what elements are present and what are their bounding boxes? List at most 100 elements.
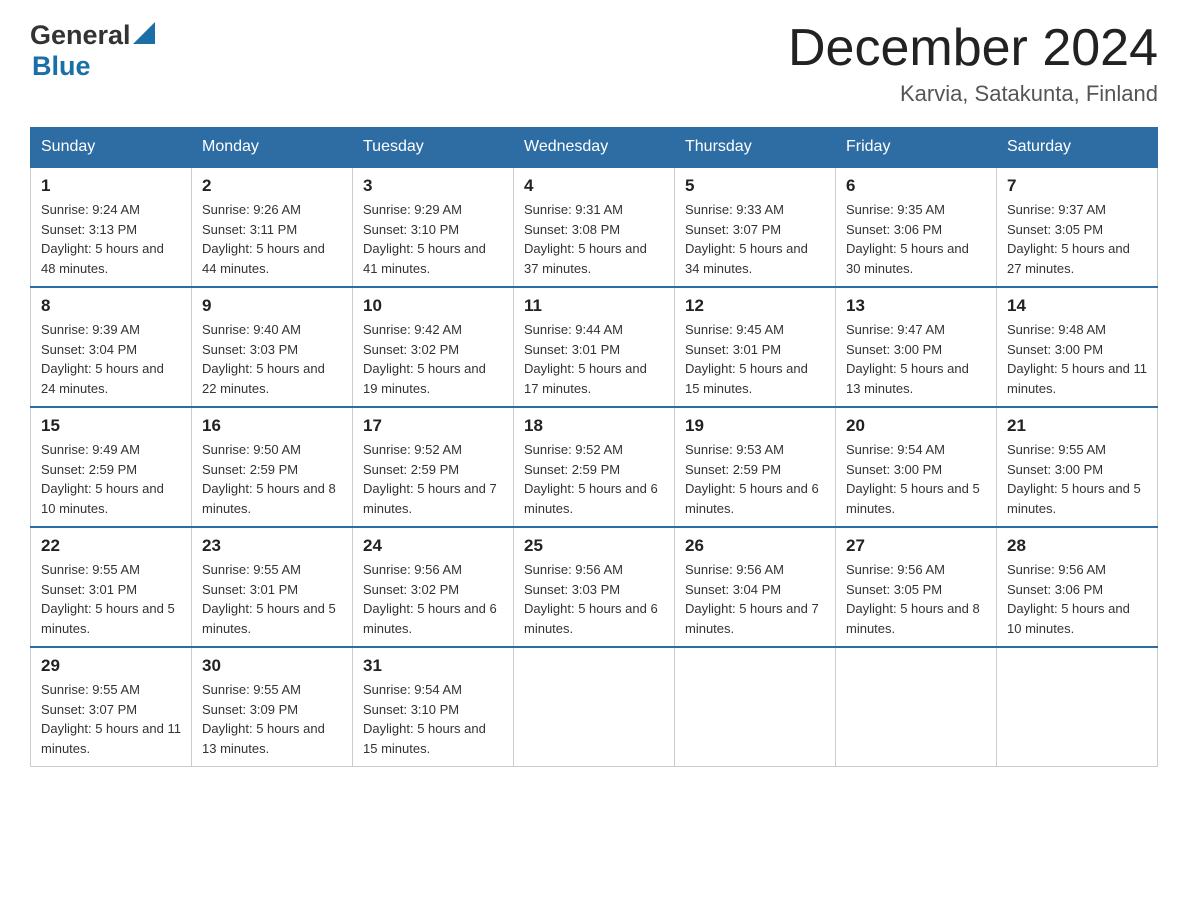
title-section: December 2024 Karvia, Satakunta, Finland bbox=[788, 20, 1158, 107]
col-header-wednesday: Wednesday bbox=[514, 128, 675, 168]
calendar-cell: 17 Sunrise: 9:52 AMSunset: 2:59 PMDaylig… bbox=[353, 407, 514, 527]
day-number: 7 bbox=[1007, 176, 1147, 196]
day-number: 2 bbox=[202, 176, 342, 196]
calendar-cell: 19 Sunrise: 9:53 AMSunset: 2:59 PMDaylig… bbox=[675, 407, 836, 527]
calendar-cell: 29 Sunrise: 9:55 AMSunset: 3:07 PMDaylig… bbox=[31, 647, 192, 767]
day-number: 21 bbox=[1007, 416, 1147, 436]
day-number: 20 bbox=[846, 416, 986, 436]
calendar-cell: 26 Sunrise: 9:56 AMSunset: 3:04 PMDaylig… bbox=[675, 527, 836, 647]
calendar-cell: 3 Sunrise: 9:29 AMSunset: 3:10 PMDayligh… bbox=[353, 167, 514, 287]
day-number: 18 bbox=[524, 416, 664, 436]
day-number: 5 bbox=[685, 176, 825, 196]
calendar-cell: 4 Sunrise: 9:31 AMSunset: 3:08 PMDayligh… bbox=[514, 167, 675, 287]
day-info: Sunrise: 9:35 AMSunset: 3:06 PMDaylight:… bbox=[846, 200, 986, 278]
calendar-cell: 27 Sunrise: 9:56 AMSunset: 3:05 PMDaylig… bbox=[836, 527, 997, 647]
week-row-5: 29 Sunrise: 9:55 AMSunset: 3:07 PMDaylig… bbox=[31, 647, 1158, 767]
day-info: Sunrise: 9:44 AMSunset: 3:01 PMDaylight:… bbox=[524, 320, 664, 398]
calendar-cell: 2 Sunrise: 9:26 AMSunset: 3:11 PMDayligh… bbox=[192, 167, 353, 287]
day-number: 25 bbox=[524, 536, 664, 556]
day-info: Sunrise: 9:55 AMSunset: 3:01 PMDaylight:… bbox=[202, 560, 342, 638]
calendar-cell: 6 Sunrise: 9:35 AMSunset: 3:06 PMDayligh… bbox=[836, 167, 997, 287]
day-number: 9 bbox=[202, 296, 342, 316]
calendar-cell: 23 Sunrise: 9:55 AMSunset: 3:01 PMDaylig… bbox=[192, 527, 353, 647]
day-number: 15 bbox=[41, 416, 181, 436]
week-row-4: 22 Sunrise: 9:55 AMSunset: 3:01 PMDaylig… bbox=[31, 527, 1158, 647]
day-info: Sunrise: 9:55 AMSunset: 3:00 PMDaylight:… bbox=[1007, 440, 1147, 518]
logo-blue-text: Blue bbox=[32, 51, 91, 82]
day-info: Sunrise: 9:29 AMSunset: 3:10 PMDaylight:… bbox=[363, 200, 503, 278]
day-info: Sunrise: 9:52 AMSunset: 2:59 PMDaylight:… bbox=[363, 440, 503, 518]
calendar-cell: 13 Sunrise: 9:47 AMSunset: 3:00 PMDaylig… bbox=[836, 287, 997, 407]
calendar-cell: 24 Sunrise: 9:56 AMSunset: 3:02 PMDaylig… bbox=[353, 527, 514, 647]
day-number: 16 bbox=[202, 416, 342, 436]
col-header-monday: Monday bbox=[192, 128, 353, 168]
day-number: 30 bbox=[202, 656, 342, 676]
day-info: Sunrise: 9:31 AMSunset: 3:08 PMDaylight:… bbox=[524, 200, 664, 278]
calendar-cell bbox=[514, 647, 675, 767]
calendar-table: SundayMondayTuesdayWednesdayThursdayFrid… bbox=[30, 127, 1158, 767]
calendar-cell: 16 Sunrise: 9:50 AMSunset: 2:59 PMDaylig… bbox=[192, 407, 353, 527]
calendar-cell: 7 Sunrise: 9:37 AMSunset: 3:05 PMDayligh… bbox=[997, 167, 1158, 287]
logo-general-text: General bbox=[30, 20, 131, 51]
day-number: 14 bbox=[1007, 296, 1147, 316]
calendar-cell: 8 Sunrise: 9:39 AMSunset: 3:04 PMDayligh… bbox=[31, 287, 192, 407]
day-number: 28 bbox=[1007, 536, 1147, 556]
day-number: 31 bbox=[363, 656, 503, 676]
day-info: Sunrise: 9:56 AMSunset: 3:06 PMDaylight:… bbox=[1007, 560, 1147, 638]
day-number: 4 bbox=[524, 176, 664, 196]
logo: General Blue bbox=[30, 20, 155, 82]
calendar-cell: 1 Sunrise: 9:24 AMSunset: 3:13 PMDayligh… bbox=[31, 167, 192, 287]
calendar-cell: 22 Sunrise: 9:55 AMSunset: 3:01 PMDaylig… bbox=[31, 527, 192, 647]
col-header-saturday: Saturday bbox=[997, 128, 1158, 168]
day-number: 19 bbox=[685, 416, 825, 436]
day-info: Sunrise: 9:55 AMSunset: 3:07 PMDaylight:… bbox=[41, 680, 181, 758]
day-info: Sunrise: 9:45 AMSunset: 3:01 PMDaylight:… bbox=[685, 320, 825, 398]
day-info: Sunrise: 9:24 AMSunset: 3:13 PMDaylight:… bbox=[41, 200, 181, 278]
day-number: 13 bbox=[846, 296, 986, 316]
calendar-cell: 11 Sunrise: 9:44 AMSunset: 3:01 PMDaylig… bbox=[514, 287, 675, 407]
day-info: Sunrise: 9:56 AMSunset: 3:05 PMDaylight:… bbox=[846, 560, 986, 638]
day-info: Sunrise: 9:53 AMSunset: 2:59 PMDaylight:… bbox=[685, 440, 825, 518]
day-info: Sunrise: 9:48 AMSunset: 3:00 PMDaylight:… bbox=[1007, 320, 1147, 398]
day-number: 17 bbox=[363, 416, 503, 436]
calendar-cell: 9 Sunrise: 9:40 AMSunset: 3:03 PMDayligh… bbox=[192, 287, 353, 407]
calendar-cell bbox=[997, 647, 1158, 767]
calendar-cell: 15 Sunrise: 9:49 AMSunset: 2:59 PMDaylig… bbox=[31, 407, 192, 527]
col-header-friday: Friday bbox=[836, 128, 997, 168]
day-info: Sunrise: 9:26 AMSunset: 3:11 PMDaylight:… bbox=[202, 200, 342, 278]
calendar-cell: 14 Sunrise: 9:48 AMSunset: 3:00 PMDaylig… bbox=[997, 287, 1158, 407]
calendar-cell bbox=[675, 647, 836, 767]
week-row-3: 15 Sunrise: 9:49 AMSunset: 2:59 PMDaylig… bbox=[31, 407, 1158, 527]
col-header-thursday: Thursday bbox=[675, 128, 836, 168]
day-number: 22 bbox=[41, 536, 181, 556]
month-title: December 2024 bbox=[788, 20, 1158, 77]
day-number: 26 bbox=[685, 536, 825, 556]
calendar-header-row: SundayMondayTuesdayWednesdayThursdayFrid… bbox=[31, 128, 1158, 168]
day-number: 1 bbox=[41, 176, 181, 196]
col-header-tuesday: Tuesday bbox=[353, 128, 514, 168]
calendar-cell: 21 Sunrise: 9:55 AMSunset: 3:00 PMDaylig… bbox=[997, 407, 1158, 527]
day-info: Sunrise: 9:54 AMSunset: 3:10 PMDaylight:… bbox=[363, 680, 503, 758]
day-number: 11 bbox=[524, 296, 664, 316]
day-info: Sunrise: 9:37 AMSunset: 3:05 PMDaylight:… bbox=[1007, 200, 1147, 278]
week-row-2: 8 Sunrise: 9:39 AMSunset: 3:04 PMDayligh… bbox=[31, 287, 1158, 407]
day-number: 24 bbox=[363, 536, 503, 556]
day-info: Sunrise: 9:50 AMSunset: 2:59 PMDaylight:… bbox=[202, 440, 342, 518]
calendar-cell: 5 Sunrise: 9:33 AMSunset: 3:07 PMDayligh… bbox=[675, 167, 836, 287]
calendar-cell bbox=[836, 647, 997, 767]
col-header-sunday: Sunday bbox=[31, 128, 192, 168]
day-info: Sunrise: 9:55 AMSunset: 3:01 PMDaylight:… bbox=[41, 560, 181, 638]
day-info: Sunrise: 9:40 AMSunset: 3:03 PMDaylight:… bbox=[202, 320, 342, 398]
day-info: Sunrise: 9:47 AMSunset: 3:00 PMDaylight:… bbox=[846, 320, 986, 398]
day-number: 3 bbox=[363, 176, 503, 196]
day-info: Sunrise: 9:56 AMSunset: 3:03 PMDaylight:… bbox=[524, 560, 664, 638]
day-info: Sunrise: 9:56 AMSunset: 3:02 PMDaylight:… bbox=[363, 560, 503, 638]
day-number: 6 bbox=[846, 176, 986, 196]
calendar-cell: 31 Sunrise: 9:54 AMSunset: 3:10 PMDaylig… bbox=[353, 647, 514, 767]
day-info: Sunrise: 9:52 AMSunset: 2:59 PMDaylight:… bbox=[524, 440, 664, 518]
day-number: 12 bbox=[685, 296, 825, 316]
day-number: 27 bbox=[846, 536, 986, 556]
day-info: Sunrise: 9:56 AMSunset: 3:04 PMDaylight:… bbox=[685, 560, 825, 638]
calendar-cell: 25 Sunrise: 9:56 AMSunset: 3:03 PMDaylig… bbox=[514, 527, 675, 647]
day-info: Sunrise: 9:33 AMSunset: 3:07 PMDaylight:… bbox=[685, 200, 825, 278]
